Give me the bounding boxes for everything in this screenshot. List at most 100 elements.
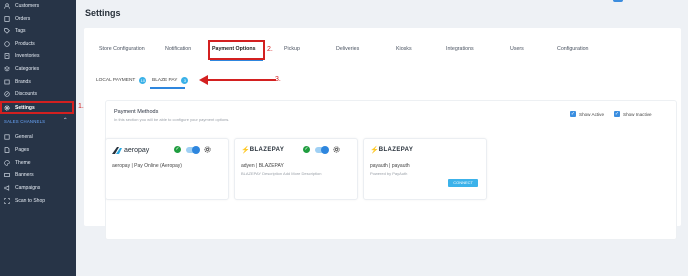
sidebar-item-label: Products xyxy=(15,40,35,47)
clipboard-icon xyxy=(4,53,10,60)
check-circle-icon: ✓ xyxy=(303,146,310,153)
check-circle-icon: ✓ xyxy=(174,146,181,153)
logo-text: aeropay xyxy=(124,146,150,154)
checkbox-label: Show Inactive xyxy=(623,111,652,117)
count-badge: 3 xyxy=(181,77,189,84)
header-indicator xyxy=(613,0,623,2)
subtab-blaze-pay[interactable]: BLAZE PAY 3 xyxy=(152,77,189,84)
tab-store-configuration[interactable]: Store Configuration xyxy=(99,46,145,52)
sidebar-item-campaigns[interactable]: Campaigns xyxy=(4,182,40,194)
payment-methods-title: Payment Methods xyxy=(114,109,159,115)
checkmark-icon: ✓ xyxy=(570,111,576,117)
orders-icon xyxy=(4,15,10,22)
blazepay-logo: ⚡ BLAZEPAY xyxy=(370,146,413,154)
aeropay-mark-icon xyxy=(112,146,122,154)
sidebar-item-scan-to-shop[interactable]: Scan to Shop xyxy=(4,195,45,207)
page-icon xyxy=(4,147,10,153)
provider-card-adyen: ⚡ BLAZEPAY ✓ adyen | BLAZEPAY BLAZEPAY D… xyxy=(234,138,358,200)
sidebar-item-label: General xyxy=(15,134,33,140)
sidebar-item-banners[interactable]: Banners xyxy=(4,169,34,181)
gear-icon[interactable] xyxy=(333,146,340,153)
sidebar-item-inventories[interactable]: Inventories xyxy=(4,50,39,62)
payment-options-highlight-box xyxy=(208,40,265,60)
step-2-label: 2. xyxy=(267,46,273,53)
checkbox-label: Show Active xyxy=(579,111,605,117)
blaze-mark-icon: ⚡ xyxy=(241,147,250,154)
active-toggle[interactable] xyxy=(186,145,200,154)
page-title: Settings xyxy=(85,8,121,18)
checkmark-icon: ✓ xyxy=(614,111,620,117)
sidebar-item-orders[interactable]: Orders xyxy=(4,13,30,25)
sales-channels-header[interactable]: SALES CHANNELS ⌃ xyxy=(4,118,68,124)
sidebar-item-label: Scan to Shop xyxy=(15,198,46,204)
blazepay-logo: ⚡ BLAZEPAY xyxy=(241,146,284,154)
provider-name: adyen | BLAZEPAY xyxy=(241,163,284,169)
users-icon xyxy=(4,3,10,9)
connect-button[interactable]: CONNECT xyxy=(448,179,478,187)
active-subtab-underline xyxy=(150,87,185,89)
section-label: SALES CHANNELS xyxy=(4,119,46,124)
settings-highlight-box xyxy=(0,101,74,114)
tab-pickup[interactable]: Pickup xyxy=(284,46,300,52)
card-controls: ✓ xyxy=(303,145,340,154)
provider-name: payauth | payauth xyxy=(370,163,410,169)
tab-deliveries[interactable]: Deliveries xyxy=(336,46,359,52)
active-toggle[interactable] xyxy=(315,145,329,154)
sidebar-item-tags[interactable]: Tags xyxy=(4,25,26,37)
layers-icon xyxy=(4,66,10,72)
sidebar-item-general[interactable]: General xyxy=(4,131,33,143)
gear-icon[interactable] xyxy=(204,146,211,153)
sidebar-item-theme[interactable]: Theme xyxy=(4,157,31,169)
blaze-mark-icon: ⚡ xyxy=(370,147,379,154)
sidebar-item-label: Customers xyxy=(15,3,40,9)
sidebar-item-brands[interactable]: Brands xyxy=(4,76,31,88)
sidebar-item-label: Discounts xyxy=(15,91,37,98)
tab-kiosks[interactable]: Kiosks xyxy=(396,46,412,52)
tag-icon xyxy=(4,28,10,34)
tab-configuration[interactable]: Configuration xyxy=(557,46,589,52)
sidebar-item-discounts[interactable]: Discounts xyxy=(4,88,37,100)
show-active-checkbox[interactable]: ✓ Show Active xyxy=(570,111,604,117)
scan-icon xyxy=(4,198,10,204)
box-icon xyxy=(4,41,10,47)
sidebar-item-label: Tags xyxy=(15,28,26,35)
sidebar-item-categories[interactable]: Categories xyxy=(4,63,39,75)
sidebar-item-products[interactable]: Products xyxy=(4,38,35,50)
sidebar-item-label: Categories xyxy=(15,66,40,72)
general-icon xyxy=(4,134,10,140)
provider-name: aeropay | Pay Online (Aeropay) xyxy=(112,163,182,169)
logo-text: BLAZEPAY xyxy=(249,147,285,153)
sidebar-item-label: Banners xyxy=(15,172,34,179)
show-inactive-checkbox[interactable]: ✓ Show Inactive xyxy=(614,111,652,117)
step-3-label: 3. xyxy=(275,76,281,83)
tab-notification[interactable]: Notification xyxy=(165,46,191,52)
sidebar-item-label: Inventories xyxy=(15,53,40,60)
aeropay-logo: aeropay xyxy=(112,146,149,154)
arrow-annotation-icon xyxy=(199,75,276,85)
sidebar-item-customers[interactable]: Customers xyxy=(4,0,39,12)
tab-integrations[interactable]: Integrations xyxy=(446,46,474,52)
sidebar-item-label: Campaigns xyxy=(15,185,41,192)
payment-methods-subtitle: In this section you will be able to conf… xyxy=(114,117,230,122)
sidebar: Customers Orders Tags Products Inventori… xyxy=(0,0,76,276)
banner-icon xyxy=(4,173,10,178)
discount-icon xyxy=(4,91,10,97)
subtab-local-payment[interactable]: LOCAL PAYMENT 10 xyxy=(96,77,147,84)
tab-users[interactable]: Users xyxy=(510,46,524,52)
subtab-label: LOCAL PAYMENT xyxy=(96,78,136,83)
sidebar-item-label: Orders xyxy=(15,15,31,22)
subtab-label: BLAZE PAY xyxy=(152,78,178,83)
provider-description: BLAZEPAY Description Add More Descriptio… xyxy=(241,171,322,176)
sidebar-item-label: Pages xyxy=(15,146,30,153)
provider-card-payauth: ⚡ BLAZEPAY payauth | payauth Powered by … xyxy=(363,138,487,200)
sidebar-item-label: Brands xyxy=(15,78,31,85)
provider-description: Powered by PayAuth xyxy=(370,171,408,176)
sidebar-item-pages[interactable]: Pages xyxy=(4,144,29,156)
theme-icon xyxy=(4,159,10,166)
count-badge: 10 xyxy=(139,77,147,84)
card-controls: ✓ xyxy=(174,145,211,154)
logo-text: BLAZEPAY xyxy=(378,147,414,153)
brand-icon xyxy=(4,79,10,84)
campaign-icon xyxy=(4,185,10,191)
main-content: Settings Store Configuration Notificatio… xyxy=(76,0,688,276)
